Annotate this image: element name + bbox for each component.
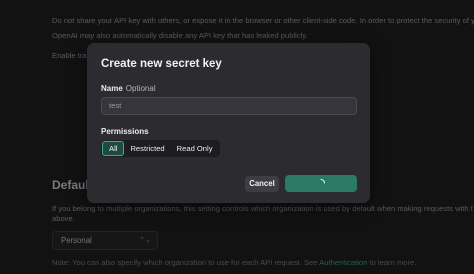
permission-option-all[interactable]: All (102, 141, 125, 156)
permission-option-restricted[interactable]: Restricted (124, 141, 170, 156)
cancel-button[interactable]: Cancel (245, 176, 279, 192)
name-label: Name (101, 84, 123, 93)
create-secret-key-button[interactable] (285, 175, 357, 192)
dialog-title: Create new secret key (101, 58, 222, 70)
permissions-segmented-control: All Restricted Read Only (101, 140, 220, 157)
api-keys-page: Do not share your API key with others, o… (0, 0, 474, 274)
name-input[interactable]: test (101, 97, 357, 115)
permission-option-read-only[interactable]: Read Only (171, 141, 219, 156)
optional-hint: Optional (125, 84, 156, 93)
permissions-label: Permissions (101, 127, 149, 136)
create-secret-key-dialog: Create new secret key Name Optional test … (87, 43, 370, 203)
spinner-icon (320, 178, 326, 184)
name-field-label: Name Optional (101, 84, 156, 93)
